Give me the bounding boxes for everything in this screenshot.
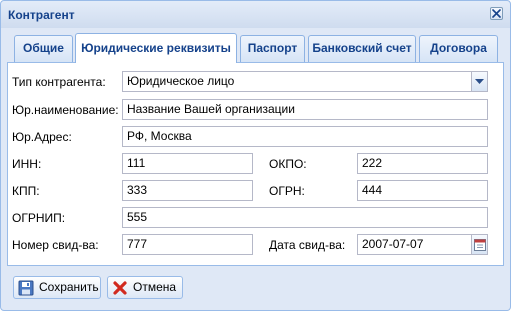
save-button-label: Сохранить — [39, 280, 99, 294]
tab-bank-account[interactable]: Банковский счет — [308, 35, 416, 62]
close-button[interactable] — [490, 7, 503, 20]
ogrnip-label: ОГРНИП: — [12, 211, 66, 225]
cert-number-label: Номер свид-ва: — [12, 238, 99, 252]
cert-date-value: 2007-07-07 — [362, 237, 424, 251]
address-label: Юр.Адрес: — [12, 130, 72, 144]
close-icon — [492, 9, 501, 18]
window-title: Контрагент — [8, 8, 75, 22]
tab-strip: Общие Юридические реквизиты Паспорт Банк… — [7, 30, 504, 63]
date-picker-trigger[interactable] — [471, 235, 487, 254]
cert-number-field[interactable]: 777 — [122, 234, 253, 255]
tab-passport[interactable]: Паспорт — [240, 35, 305, 62]
title-bar[interactable]: Контрагент — [1, 1, 510, 28]
tab-general[interactable]: Общие — [14, 35, 73, 62]
red-cross-icon — [113, 281, 127, 295]
kpp-field[interactable]: 333 — [122, 180, 253, 201]
name-field[interactable]: Название Вашей организации — [122, 99, 488, 120]
save-button[interactable]: Сохранить — [13, 276, 101, 299]
type-combo-trigger[interactable] — [471, 72, 487, 91]
ogrnip-field[interactable]: 555 — [122, 207, 488, 228]
ogrn-label: ОГРН: — [269, 184, 305, 198]
kpp-label: КПП: — [12, 184, 40, 198]
address-field[interactable]: РФ, Москва — [122, 126, 488, 147]
cancel-button-label: Отмена — [133, 280, 177, 294]
cancel-button[interactable]: Отмена — [107, 276, 183, 299]
floppy-disk-icon — [18, 280, 34, 296]
inn-label: ИНН: — [12, 157, 42, 171]
tab-contracts[interactable]: Договора — [419, 35, 498, 62]
chevron-down-icon — [475, 79, 484, 84]
cert-date-label: Дата свид-ва: — [269, 238, 346, 252]
name-label: Юр.наименование: — [12, 103, 119, 117]
ogrn-field[interactable]: 444 — [357, 180, 488, 201]
dialog-window: Контрагент Общие Юридические реквизиты П… — [0, 0, 511, 311]
tab-legal-details[interactable]: Юридические реквизиты — [75, 33, 237, 63]
type-combo[interactable]: Юридическое лицо — [122, 71, 488, 92]
okpo-label: ОКПО: — [269, 157, 307, 171]
inn-field[interactable]: 111 — [122, 153, 253, 174]
type-combo-value: Юридическое лицо — [127, 74, 235, 88]
calendar-icon — [474, 239, 486, 251]
cert-date-field[interactable]: 2007-07-07 — [357, 234, 488, 255]
type-label: Тип контрагента: — [12, 75, 106, 89]
okpo-field[interactable]: 222 — [357, 153, 488, 174]
